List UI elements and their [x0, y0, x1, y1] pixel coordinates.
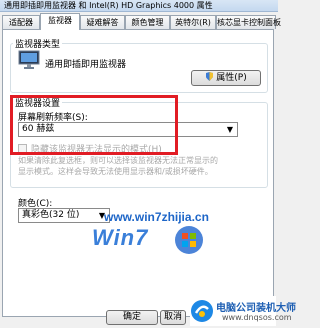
shield-icon [206, 72, 214, 81]
tab-adapter[interactable]: 适配器 [2, 15, 40, 29]
colors-select[interactable]: 真彩色(32 位) ▼ [18, 208, 110, 223]
windows-orb-icon [175, 226, 203, 254]
colors-value: 真彩色(32 位) [22, 210, 80, 220]
monitor-icon [18, 50, 40, 69]
highlight-box [10, 95, 178, 155]
chevron-down-icon: ▼ [226, 125, 233, 134]
watermark-logo: Win7 [92, 225, 149, 250]
monitor-type-legend: 监视器类型 [13, 37, 63, 50]
cancel-button[interactable]: 取消 [160, 310, 186, 325]
title-bar: 通用即插即用监视器 和 Intel(R) HD Graphics 4000 属性 [0, 0, 278, 12]
company-name: 电脑公司装机大师 [216, 303, 296, 314]
properties-button[interactable]: 属性(P) [191, 70, 261, 86]
tab-intel[interactable]: 英特尔(R) [170, 15, 216, 29]
monitor-name: 通用即插即用监视器 [45, 60, 127, 70]
window-title: 通用即插即用监视器 和 Intel(R) HD Graphics 4000 属性 [4, 1, 213, 10]
company-watermark: 电脑公司装机大师 www.dnqsos.com [190, 296, 296, 326]
watermark-site: www.win7zhijia.cn [104, 210, 209, 224]
hint-line-1: 如果清除此复选框，则可以选择该监视器无法正常显示的 [18, 156, 218, 165]
hint-line-2: 显示模式。这样会导致无法使用显示器和/或损坏硬件。 [18, 167, 213, 176]
tab-strip: 适配器 监视器 疑难解答 颜色管理 英特尔(R) 核芯显卡控制面板 [2, 13, 281, 30]
tab-color-management[interactable]: 颜色管理 [125, 15, 170, 29]
tab-monitor[interactable]: 监视器 [40, 13, 80, 30]
company-url: www.dnqsos.com [222, 313, 292, 322]
tab-graphics-control-panel[interactable]: 核芯显卡控制面板 [216, 15, 281, 29]
tab-troubleshoot[interactable]: 疑难解答 [80, 15, 125, 29]
properties-button-label: 属性(P) [216, 73, 247, 83]
monitor-tab-panel: 监视器类型 通用即插即用监视器 属性(P) 监视器设置 屏幕刷新频率(S): 6… [2, 29, 274, 317]
company-logo-icon [191, 300, 213, 322]
ok-button[interactable]: 确定 [106, 310, 158, 325]
